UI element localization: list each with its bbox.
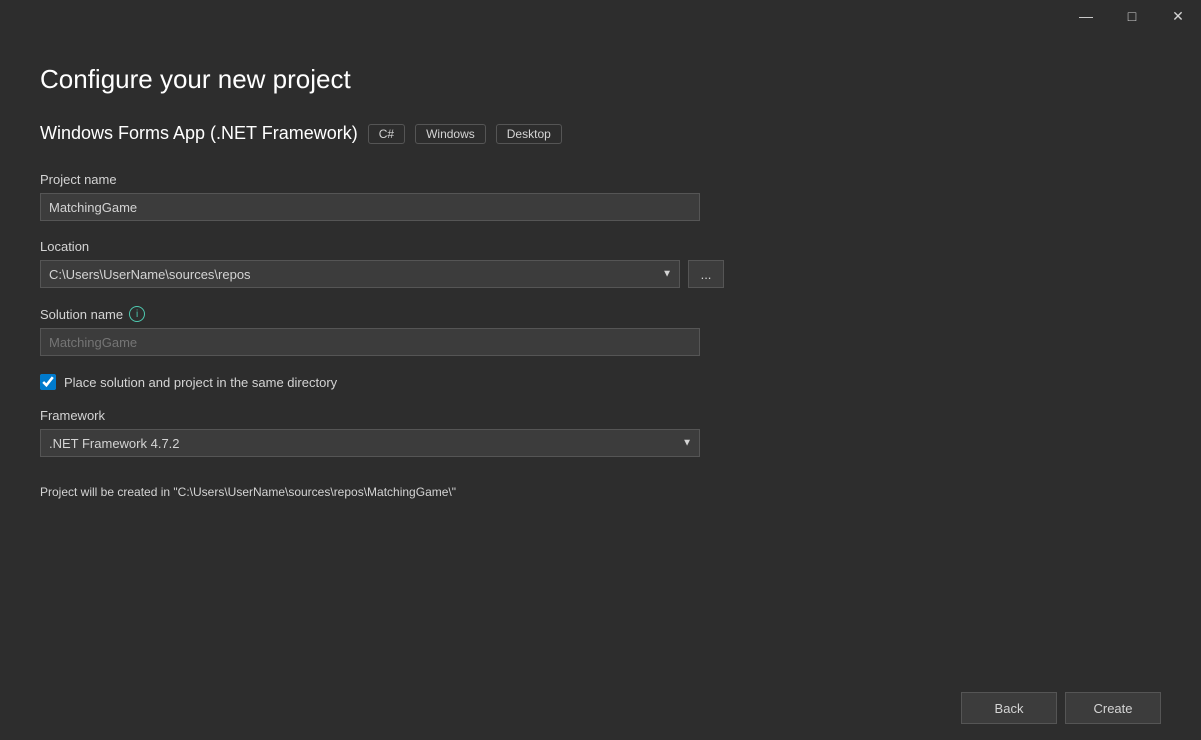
tag-windows: Windows xyxy=(415,124,486,144)
create-button[interactable]: Create xyxy=(1065,692,1161,724)
window: — □ ✕ Configure your new project Windows… xyxy=(0,0,1201,740)
solution-name-label: Solution name i xyxy=(40,306,1161,322)
same-directory-checkbox[interactable] xyxy=(40,374,56,390)
project-name-label: Project name xyxy=(40,172,1161,187)
framework-group: Framework .NET Framework 4.7.2 .NET Fram… xyxy=(40,408,1161,457)
location-group: Location ▼ ... xyxy=(40,239,1161,288)
framework-select[interactable]: .NET Framework 4.7.2 .NET Framework 4.8 … xyxy=(40,429,700,457)
same-directory-label[interactable]: Place solution and project in the same d… xyxy=(64,375,337,390)
back-button[interactable]: Back xyxy=(961,692,1057,724)
solution-name-group: Solution name i xyxy=(40,306,1161,356)
browse-button[interactable]: ... xyxy=(688,260,724,288)
title-bar: — □ ✕ xyxy=(0,0,1201,32)
project-name-group: Project name xyxy=(40,172,1161,221)
solution-name-input[interactable] xyxy=(40,328,700,356)
framework-label: Framework xyxy=(40,408,1161,423)
minimize-button[interactable]: — xyxy=(1063,0,1109,32)
location-row: ▼ ... xyxy=(40,260,1161,288)
page-title: Configure your new project xyxy=(40,64,1161,95)
location-select-wrapper: ▼ xyxy=(40,260,680,288)
location-label: Location xyxy=(40,239,1161,254)
tag-desktop: Desktop xyxy=(496,124,562,144)
main-content: Configure your new project Windows Forms… xyxy=(0,32,1201,676)
project-type-subtitle: Windows Forms App (.NET Framework) xyxy=(40,123,358,144)
project-path-info: Project will be created in "C:\Users\Use… xyxy=(40,485,1161,499)
solution-name-info-icon: i xyxy=(129,306,145,322)
footer: Back Create xyxy=(0,676,1201,740)
close-button[interactable]: ✕ xyxy=(1155,0,1201,32)
tag-csharp: C# xyxy=(368,124,405,144)
maximize-button[interactable]: □ xyxy=(1109,0,1155,32)
same-directory-checkbox-row: Place solution and project in the same d… xyxy=(40,374,1161,390)
project-name-input[interactable] xyxy=(40,193,700,221)
location-input[interactable] xyxy=(40,260,680,288)
subtitle-row: Windows Forms App (.NET Framework) C# Wi… xyxy=(40,123,1161,144)
framework-select-wrapper: .NET Framework 4.7.2 .NET Framework 4.8 … xyxy=(40,429,700,457)
title-bar-controls: — □ ✕ xyxy=(1063,0,1201,32)
